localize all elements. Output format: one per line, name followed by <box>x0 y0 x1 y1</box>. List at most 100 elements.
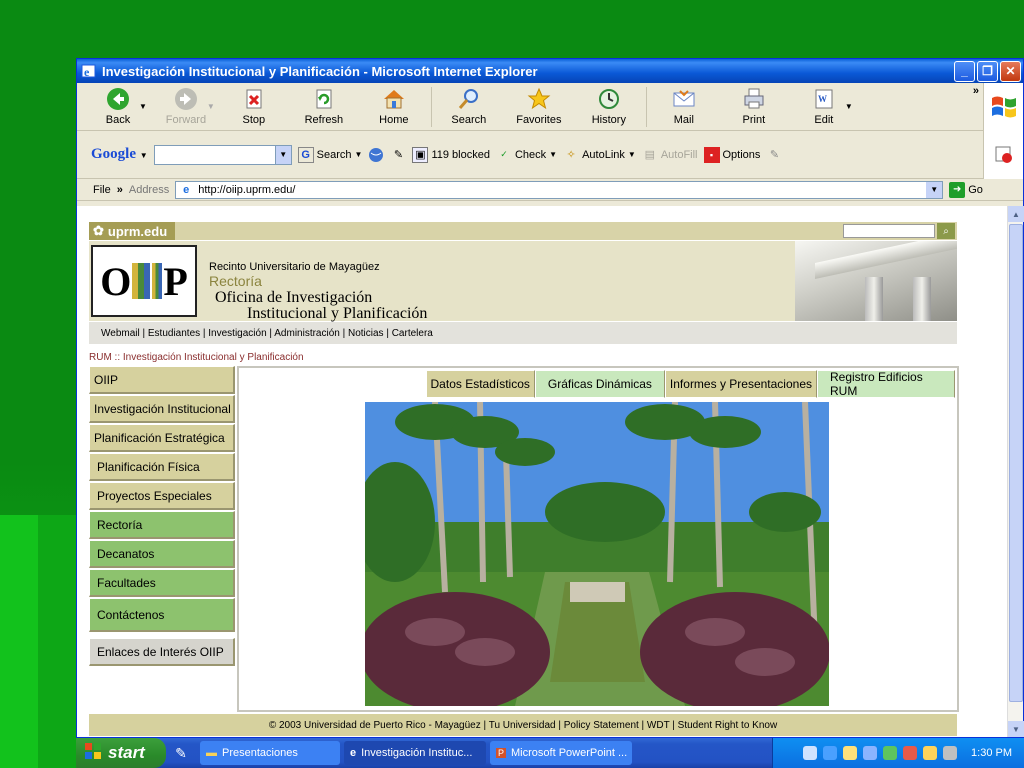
title-bar[interactable]: e Investigación Institucional y Planific… <box>77 59 1023 83</box>
quicklaunch-icon[interactable]: ✎ <box>166 745 196 762</box>
minimize-button[interactable]: _ <box>954 60 975 82</box>
toolbar-extra-icon[interactable] <box>983 131 1023 179</box>
tray-icon-alert[interactable] <box>903 746 918 760</box>
slide-background-band <box>0 515 38 768</box>
google-logo[interactable]: Google ▼ <box>91 146 148 163</box>
site-footer[interactable]: © 2003 Universidad de Puerto Rico - Maya… <box>89 714 957 736</box>
google-search-button[interactable]: G Search ▼ <box>297 146 362 163</box>
stop-icon <box>242 87 266 111</box>
search-button[interactable]: Search <box>434 85 504 129</box>
start-button[interactable]: start <box>76 738 166 768</box>
nav-item-proyectos-especiales[interactable]: Proyectos Especiales <box>89 482 235 510</box>
tray-icon-network[interactable] <box>823 746 838 760</box>
go-button[interactable]: ➜ Go <box>949 181 983 198</box>
uprm-tag[interactable]: ✿ uprm.edu <box>89 222 176 240</box>
options-icon: ▪ <box>703 146 720 163</box>
task-internet-explorer[interactable]: e Investigación Instituc... <box>344 741 486 765</box>
google-search-dropdown-icon[interactable]: ▼ <box>274 145 291 164</box>
campus-name: Recinto Universitario de Mayagüez <box>209 261 380 273</box>
edit-dropdown-icon[interactable]: ▼ <box>845 102 853 111</box>
tray-icon-app[interactable] <box>923 746 938 760</box>
tab-graficas-dinamicas[interactable]: Gráficas Dinámicas <box>534 370 665 398</box>
highlight-pen-icon[interactable]: ✎ <box>766 147 782 163</box>
history-button[interactable]: History <box>574 85 644 129</box>
nav-item-contactenos[interactable]: Contáctenos <box>89 598 235 632</box>
toolbar-separator <box>430 86 432 127</box>
options-button[interactable]: ▪ Options <box>703 146 760 163</box>
clock[interactable]: 1:30 PM <box>971 747 1012 759</box>
go-arrow-icon: ➜ <box>949 181 966 198</box>
site-search-button[interactable]: ⌕ <box>937 223 955 239</box>
google-toolbar: Google ▼ ▼ G Search ▼ ✎ ▣ 119 blocked ✓ Che… <box>77 131 1023 179</box>
address-bar: File » Address e http://oiip.uprm.edu/ ▼… <box>77 179 1023 201</box>
task-presentaciones[interactable]: ▬ Presentaciones <box>200 741 340 765</box>
tab-datos-estadisticos[interactable]: Datos Estadísticos <box>425 370 535 398</box>
nav-item-planificacion-estrategica[interactable]: Planificación Estratégica <box>89 424 235 452</box>
history-icon <box>597 87 621 111</box>
favorites-button[interactable]: Favorites <box>504 85 574 129</box>
nav-item-rectoria[interactable]: Rectoría <box>89 511 235 539</box>
nav-item-planificacion-fisica[interactable]: Planificación Física <box>89 453 235 481</box>
autofill-button[interactable]: ▤ AutoFill <box>642 147 698 163</box>
google-g-icon: G <box>297 146 314 163</box>
svg-text:W: W <box>818 94 827 104</box>
scroll-thumb[interactable] <box>1009 224 1023 702</box>
address-label: Address <box>128 183 170 196</box>
nav-item-investigacion[interactable]: Investigación Institucional <box>89 395 235 423</box>
autofill-icon: ▤ <box>644 149 656 161</box>
svg-text:e: e <box>84 65 90 79</box>
site-banner: OP Recinto Universitario de Mayagüez Rec… <box>89 241 957 322</box>
stop-button[interactable]: Stop <box>219 85 289 129</box>
tray-icon-monitor[interactable] <box>863 746 878 760</box>
tray-icon-display[interactable] <box>943 746 958 760</box>
address-dropdown-icon[interactable]: ▼ <box>926 181 943 198</box>
powerpoint-icon: P <box>496 748 507 758</box>
forward-dropdown-icon[interactable]: ▼ <box>207 102 215 111</box>
popup-blocker-button[interactable]: ▣ 119 blocked <box>412 146 490 163</box>
refresh-icon <box>312 87 336 111</box>
file-menu[interactable]: File <box>93 184 111 196</box>
toolbar-separator <box>645 86 647 127</box>
nav-item-enlaces[interactable]: Enlaces de Interés OIIP <box>89 638 235 666</box>
nav-item-decanatos[interactable]: Decanatos <box>89 540 235 568</box>
nav-item-facultades[interactable]: Facultades <box>89 569 235 597</box>
system-tray: 1:30 PM <box>772 738 1024 768</box>
spell-check-button[interactable]: ✓ Check ▼ <box>496 147 557 163</box>
mail-icon <box>672 87 696 111</box>
refresh-button[interactable]: Refresh <box>289 85 359 129</box>
back-dropdown-icon[interactable]: ▼ <box>139 102 147 111</box>
breadcrumb[interactable]: RUM :: Investigación Institucional y Pla… <box>89 352 304 363</box>
menu-overflow-chevron-icon[interactable]: » <box>117 184 123 196</box>
close-button[interactable]: ✕ <box>1000 60 1021 82</box>
tray-icon-volume[interactable] <box>843 746 858 760</box>
mail-button[interactable]: Mail <box>649 85 719 129</box>
home-button[interactable]: Home <box>359 85 429 129</box>
nav-item-oiip[interactable]: OIIP <box>89 366 235 394</box>
task-powerpoint[interactable]: P Microsoft PowerPoint ... <box>490 741 632 765</box>
page-icon: e <box>183 183 190 196</box>
tab-informes-presentaciones[interactable]: Informes y Presentaciones <box>664 370 817 398</box>
tray-icon-pen[interactable] <box>803 746 818 760</box>
scroll-up-icon[interactable]: ▲ <box>1008 206 1024 222</box>
top-links-bar[interactable]: Webmail | Estudiantes | Investigación | … <box>89 322 957 344</box>
globe-icon[interactable] <box>368 147 384 163</box>
tray-icon-security[interactable] <box>883 746 898 760</box>
site-search-input[interactable] <box>843 224 935 238</box>
toolbar-overflow-chevron-icon[interactable]: » <box>973 85 979 97</box>
star-icon <box>527 87 551 111</box>
google-search-input[interactable]: ▼ <box>153 144 292 165</box>
scroll-down-icon[interactable]: ▼ <box>1008 721 1024 737</box>
building-image <box>795 241 957 321</box>
tab-registro-edificios[interactable]: Registro Edificios RUM <box>817 370 955 398</box>
print-button[interactable]: Print <box>719 85 789 129</box>
browser-window: e Investigación Institucional y Planific… <box>76 58 1024 738</box>
autolink-button[interactable]: ✧ AutoLink ▼ <box>563 147 635 163</box>
pagerank-icon[interactable]: ✎ <box>390 147 406 163</box>
restore-button[interactable]: ❐ <box>977 60 998 82</box>
address-input[interactable]: e http://oiip.uprm.edu/ ▼ <box>175 180 944 199</box>
oiip-logo[interactable]: OP <box>91 245 197 317</box>
office-name-line2: Institucional y Planificación <box>247 305 428 322</box>
folder-icon: ▬ <box>206 747 217 759</box>
windows-logo-icon <box>84 742 102 765</box>
vertical-scrollbar[interactable]: ▲ ▼ <box>1007 206 1024 737</box>
